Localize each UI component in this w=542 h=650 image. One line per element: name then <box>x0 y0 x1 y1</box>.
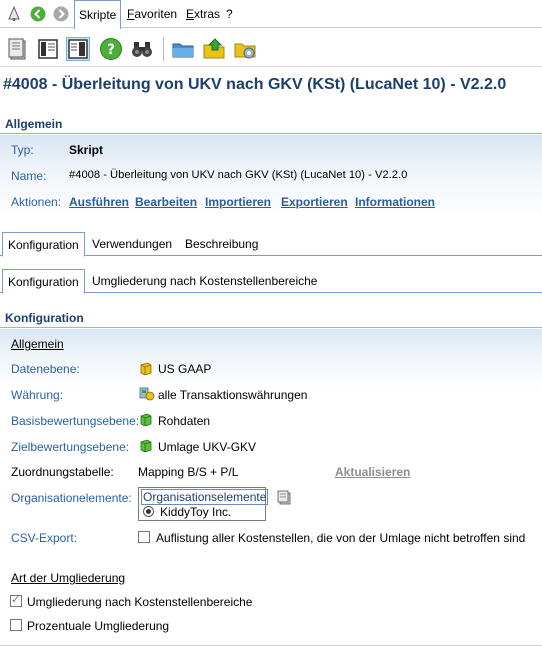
tab-beschreibung[interactable]: Beschreibung <box>180 232 263 256</box>
menu-favoriten[interactable]: Favoriten <box>127 7 177 21</box>
option-kostenstellen-text: Umgliederung nach Kostenstellenbereiche <box>27 595 253 609</box>
aktionen-label: Aktionen: <box>11 195 62 209</box>
radio-selected-icon <box>143 506 154 517</box>
action-informationen-link[interactable]: Informationen <box>355 195 435 209</box>
group-header-art: Art der Umgliederung <box>11 571 126 585</box>
data-level-icon <box>139 361 153 376</box>
single-pane-icon[interactable] <box>36 37 60 61</box>
ziel-level-icon <box>139 438 153 453</box>
typ-label: Typ: <box>11 143 34 157</box>
org-item-label: KiddyToy Inc. <box>160 505 232 519</box>
tab-konfiguration[interactable]: Konfiguration <box>2 232 85 257</box>
toolbar-separator <box>163 37 164 61</box>
group-header-allgemein: Allgemein <box>11 337 64 351</box>
folder-settings-icon[interactable] <box>233 37 257 61</box>
org-element-list[interactable]: Organisationselemente KiddyToy Inc. <box>138 487 269 521</box>
menu-help[interactable]: ? <box>226 7 233 21</box>
svg-text:?: ? <box>107 42 115 58</box>
tab-verwendungen[interactable]: Verwendungen <box>87 232 177 256</box>
aktualisieren-link[interactable]: Aktualisieren <box>335 465 410 479</box>
csv-export-checkbox[interactable] <box>138 531 150 543</box>
page-title: #4008 - Überleitung von UKV nach GKV (KS… <box>3 76 507 93</box>
menu-skripte[interactable]: Skripte <box>74 0 122 29</box>
typ-value: Skript <box>69 143 104 157</box>
action-bearbeiten-link[interactable]: Bearbeiten <box>135 195 197 209</box>
bottom-border <box>0 645 542 646</box>
app-icon[interactable] <box>6 5 22 22</box>
back-icon[interactable] <box>30 6 46 22</box>
csv-label: CSV-Export: <box>11 531 78 545</box>
binoculars-icon[interactable] <box>130 37 154 61</box>
waehrung-label: Währung: <box>11 388 64 402</box>
basis-label: Basisbewertungsebene: <box>11 414 140 428</box>
toolbar: ? <box>0 29 542 67</box>
csv-export-text: Auflistung aller Kostenstellen, die von … <box>156 531 526 545</box>
option-prozentual-checkbox[interactable] <box>10 619 22 631</box>
basis-level-icon <box>139 412 153 427</box>
name-label: Name: <box>11 169 47 183</box>
split-pane-icon[interactable] <box>66 37 90 61</box>
section-header-allgemein: Allgemein <box>0 114 542 134</box>
menu-extras[interactable]: Extras <box>186 7 220 21</box>
help-icon[interactable]: ? <box>99 37 123 61</box>
datenebene-label: Datenebene: <box>11 362 80 376</box>
org-label: Organisationelemente: <box>11 491 132 505</box>
section-header-konfiguration: Konfiguration <box>0 308 542 328</box>
main-tabbar: Konfiguration Verwendungen Beschreibung <box>0 232 542 257</box>
option-prozentual-text: Prozentuale Umgliederung <box>27 619 170 633</box>
name-value: #4008 - Überleitung von UKV nach GKV (KS… <box>69 169 408 181</box>
menu-bar: Skripte Favoriten Extras ? <box>0 0 542 29</box>
action-exportieren-link[interactable]: Exportieren <box>281 195 348 209</box>
forward-icon[interactable] <box>53 6 69 22</box>
zuordnung-value: Mapping B/S + P/L <box>138 465 239 479</box>
option-kostenstellen-checkbox[interactable] <box>10 593 22 607</box>
ziel-value: Umlage UKV-GKV <box>158 440 257 454</box>
subtab-konfiguration[interactable]: Konfiguration <box>2 269 85 294</box>
org-list-header: Organisationselemente <box>141 489 269 505</box>
waehrung-value: alle Transaktionswährungen <box>158 388 308 402</box>
datenebene-value: US GAAP <box>158 362 212 376</box>
org-select-icon[interactable] <box>277 490 292 505</box>
folder-icon[interactable] <box>171 37 195 61</box>
konfiguration-panel <box>0 329 542 389</box>
action-importieren-link[interactable]: Importieren <box>205 195 271 209</box>
basis-value: Rohdaten <box>158 414 211 428</box>
folder-up-icon[interactable] <box>202 37 226 61</box>
zuordnung-label: Zuordnungstabelle: <box>11 465 114 479</box>
subtab-umgliederung[interactable]: Umgliederung nach Kostenstellenbereiche <box>87 269 322 293</box>
ziel-label: Zielbewertungsebene: <box>11 440 130 454</box>
org-list-item[interactable]: KiddyToy Inc. <box>143 505 231 519</box>
server-icon[interactable] <box>6 37 30 61</box>
currency-icon <box>139 386 155 402</box>
sub-tabbar: Konfiguration Umgliederung nach Kostenst… <box>0 269 542 294</box>
action-ausfuehren-link[interactable]: Ausführen <box>69 195 129 209</box>
